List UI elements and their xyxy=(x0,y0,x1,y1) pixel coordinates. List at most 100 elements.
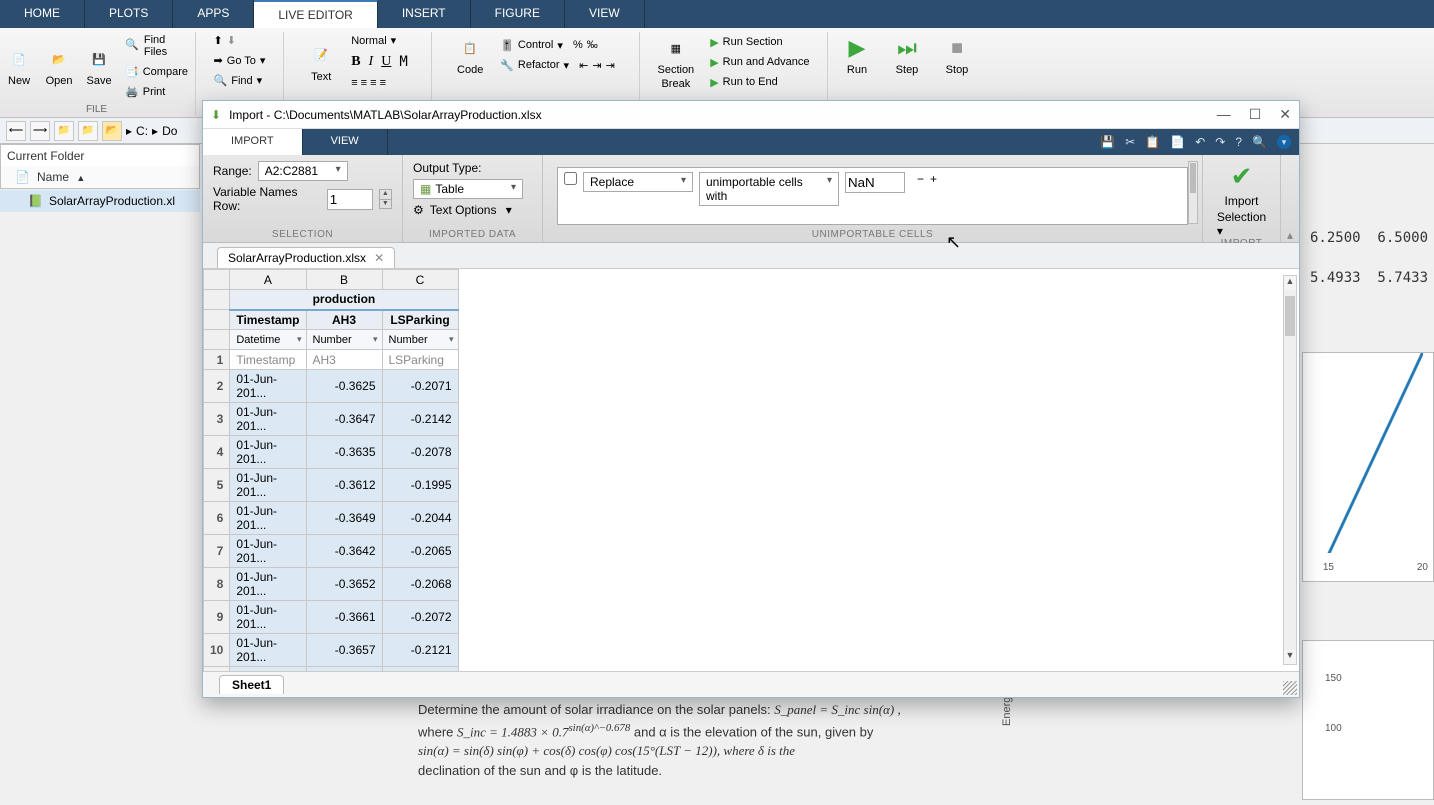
tab-live-editor[interactable]: LIVE EDITOR xyxy=(254,0,377,28)
table-cell[interactable]: 01-Jun-201... xyxy=(230,502,306,535)
underline-button[interactable]: U xyxy=(381,54,391,70)
var-row-input[interactable] xyxy=(327,189,373,210)
minimize-button[interactable]: — xyxy=(1217,106,1231,123)
close-button[interactable]: ✕ xyxy=(1279,106,1291,123)
var-LSParking[interactable]: LSParking xyxy=(382,310,458,330)
bold-button[interactable]: B xyxy=(351,54,360,70)
table-cell[interactable]: -0.2078 xyxy=(382,436,458,469)
table-cell[interactable]: -0.3612 xyxy=(306,469,382,502)
tab-view[interactable]: VIEW xyxy=(565,0,645,28)
table-cell[interactable]: -0.3649 xyxy=(306,502,382,535)
italic-button[interactable]: I xyxy=(369,54,374,70)
up-folder-button[interactable]: 📁 xyxy=(54,121,74,141)
table-cell[interactable]: 01-Jun-201... xyxy=(230,469,306,502)
rules-scroll-thumb[interactable] xyxy=(1190,163,1196,193)
replace-checkbox[interactable] xyxy=(564,172,577,185)
browse-button[interactable]: 📂 xyxy=(102,121,122,141)
stop-button[interactable]: ■Stop xyxy=(939,32,975,78)
type-LSParking[interactable]: Number xyxy=(382,330,458,350)
print-button[interactable]: 🖨️Print xyxy=(121,83,192,100)
import-selection-button[interactable]: ✔ Import Selection ▾ xyxy=(1213,161,1270,238)
text-button[interactable]: 📝 Text xyxy=(303,39,339,85)
back-button[interactable]: ⟵ xyxy=(6,121,26,141)
table-cell[interactable]: -0.2068 xyxy=(382,568,458,601)
qat-copy-icon[interactable]: 📋 xyxy=(1145,135,1160,149)
replace-scope-dropdown[interactable]: unimportable cells with xyxy=(699,172,839,206)
cell-1-C[interactable]: LSParking xyxy=(382,350,458,370)
row-header[interactable]: 4 xyxy=(204,436,230,469)
table-cell[interactable]: -0.3661 xyxy=(306,601,382,634)
qat-paste-icon[interactable]: 📄 xyxy=(1170,135,1185,149)
current-folder-name-column[interactable]: 📄 Name ▲ xyxy=(0,166,200,189)
table-cell[interactable]: -0.2142 xyxy=(382,403,458,436)
row-header[interactable]: 8 xyxy=(204,568,230,601)
output-type-dropdown[interactable]: ▦Table xyxy=(413,179,523,199)
table-cell[interactable]: 01-Jun-201... xyxy=(230,436,306,469)
text-options-label[interactable]: Text Options xyxy=(430,203,497,217)
table-cell[interactable]: 01-Jun-201... xyxy=(230,535,306,568)
sheet1-tab[interactable]: Sheet1 xyxy=(219,675,284,694)
run-section-button[interactable]: ▶Run Section xyxy=(706,34,813,51)
qat-cut-icon[interactable]: ✂ xyxy=(1125,135,1135,149)
type-AH3[interactable]: Number xyxy=(306,330,382,350)
remove-rule-button[interactable]: − xyxy=(917,172,924,186)
type-Timestamp[interactable]: Datetime xyxy=(230,330,306,350)
table-cell[interactable]: -0.2071 xyxy=(382,370,458,403)
qat-save-icon[interactable]: 💾 xyxy=(1100,135,1115,149)
table-cell[interactable]: -0.3652 xyxy=(306,568,382,601)
table-cell[interactable]: -0.3642 xyxy=(306,535,382,568)
forward-button[interactable]: ⟶ xyxy=(30,121,50,141)
tab-home[interactable]: HOME xyxy=(0,0,85,28)
add-rule-button[interactable]: + xyxy=(930,172,937,186)
control-button[interactable]: 🎚️Control ▾ % ‰ xyxy=(496,37,619,54)
table-cell[interactable]: -0.2044 xyxy=(382,502,458,535)
table-cell[interactable]: 01-Jun-201... xyxy=(230,601,306,634)
history-button[interactable]: 📁 xyxy=(78,121,98,141)
list-buttons[interactable]: ≡ ≡ ≡ ≡ xyxy=(347,75,412,91)
replace-rule-dropdown[interactable]: Replace xyxy=(583,172,693,192)
table-cell[interactable]: 01-Jun-201... xyxy=(230,403,306,436)
find-files-button[interactable]: Find Files xyxy=(121,32,192,60)
row-1-header[interactable]: 1 xyxy=(204,350,230,370)
open-button[interactable]: 📂 Open xyxy=(41,43,77,89)
qat-redo-icon[interactable]: ↷ xyxy=(1215,135,1225,149)
qat-undo-icon[interactable]: ↶ xyxy=(1195,135,1205,149)
tab-plots[interactable]: PLOTS xyxy=(85,0,173,28)
tab-apps[interactable]: APPS xyxy=(173,0,254,28)
range-dropdown[interactable]: A2:C2881 xyxy=(258,161,348,181)
table-cell[interactable]: 01-Jun-201... xyxy=(230,634,306,667)
table-cell[interactable]: -0.3625 xyxy=(306,370,382,403)
table-cell[interactable]: 01-Jun-201... xyxy=(230,667,306,672)
run-advance-button[interactable]: ▶Run and Advance xyxy=(706,54,813,71)
format-biu[interactable]: B I U M xyxy=(347,52,412,72)
table-cell[interactable]: -0.3657 xyxy=(306,634,382,667)
row-header[interactable]: 2 xyxy=(204,370,230,403)
find-button[interactable]: 🔍Find ▾ xyxy=(210,72,270,89)
row-header[interactable]: 10 xyxy=(204,634,230,667)
row-header[interactable]: 7 xyxy=(204,535,230,568)
row-header[interactable]: 5 xyxy=(204,469,230,502)
tab-figure[interactable]: FIGURE xyxy=(471,0,565,28)
var-Timestamp[interactable]: Timestamp xyxy=(230,310,306,330)
maximize-button[interactable]: ☐ xyxy=(1249,106,1262,123)
var-row-spinner[interactable]: ▲▼ xyxy=(379,189,392,209)
run-to-end-button[interactable]: ▶Run to End xyxy=(706,74,813,91)
mono-button[interactable]: M xyxy=(399,54,407,70)
indent-buttons[interactable]: ⬆⬇ xyxy=(210,32,270,49)
table-cell[interactable]: -0.3654 xyxy=(306,667,382,672)
rules-scrollbar[interactable] xyxy=(1188,161,1198,224)
table-cell[interactable]: -0.2130 xyxy=(382,667,458,672)
normal-dropdown[interactable]: Normal ▾ xyxy=(347,32,412,49)
cell-1-B[interactable]: AH3 xyxy=(306,350,382,370)
section-break-button[interactable]: ▦ Section Break xyxy=(653,32,698,92)
row-header[interactable]: 11 xyxy=(204,667,230,672)
resize-grip[interactable] xyxy=(1283,681,1297,695)
path-drive[interactable]: C: xyxy=(136,124,148,138)
import-tab-import[interactable]: IMPORT xyxy=(203,129,303,155)
tab-insert[interactable]: INSERT xyxy=(378,0,471,28)
col-C[interactable]: C xyxy=(382,270,458,290)
table-cell[interactable]: -0.1995 xyxy=(382,469,458,502)
var-AH3[interactable]: AH3 xyxy=(306,310,382,330)
table-name[interactable]: production xyxy=(230,290,458,310)
compare-button[interactable]: 📑Compare xyxy=(121,63,192,80)
